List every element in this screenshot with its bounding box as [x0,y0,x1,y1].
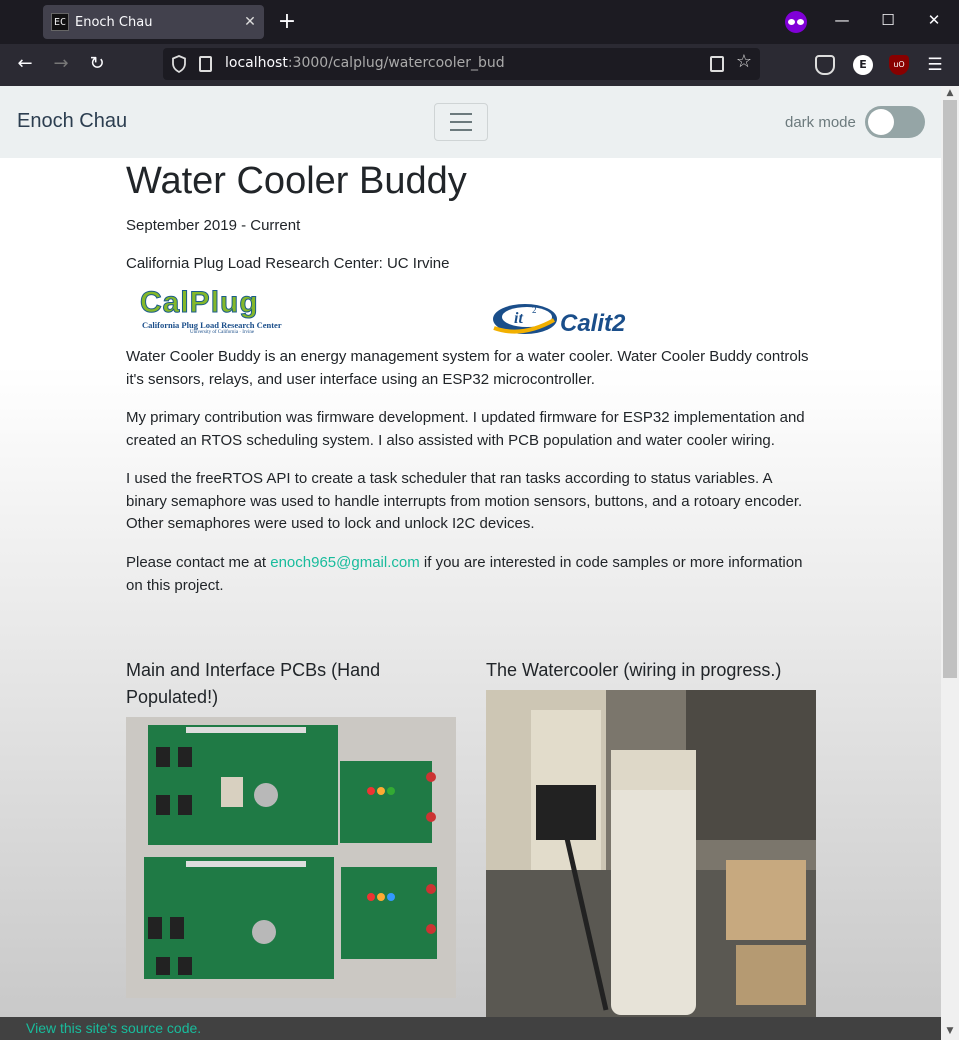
source-code-link[interactable]: View this site's source code. [26,1020,201,1036]
page-title: Water Cooler Buddy [126,160,467,202]
watercooler-photo [486,690,816,1020]
extension-e-icon[interactable]: E [853,55,873,75]
browser-tab[interactable]: EC Enoch Chau ✕ [43,5,264,39]
figure-caption-pcbs: Main and Interface PCBs (Hand Populated!… [126,660,381,707]
url-bar[interactable]: localhost:3000/calplug/watercooler_bud ☆ [163,48,760,80]
rtos-paragraph: I used the freeRTOS API to create a task… [126,470,803,532]
shield-icon[interactable] [171,55,187,73]
project-organization: California Plug Load Research Center: UC… [126,255,450,272]
navbar-toggler-button[interactable] [434,103,488,141]
dark-mode-toggle[interactable] [865,106,925,138]
hamburger-menu-icon[interactable]: ☰ [925,55,945,75]
contact-paragraph: Please contact me at enoch965@gmail.com … [126,554,803,594]
pcb-photo [126,717,456,998]
ublock-origin-icon[interactable]: uO [889,55,909,75]
browser-tab-strip: EC Enoch Chau ✕ + — ☐ ✕ [0,0,959,44]
tab-title: Enoch Chau [75,14,153,30]
site-brand-link[interactable]: Enoch Chau [17,110,127,133]
site-footer: View this site's source code. [0,1017,941,1040]
calit2-swoosh-icon: it 2 [493,304,557,334]
calit2-logo: it 2 Calit2 [492,298,642,340]
new-tab-icon[interactable]: + [276,9,298,35]
reload-icon[interactable]: ↻ [86,53,108,75]
minimize-icon[interactable]: — [831,11,853,29]
page-info-icon[interactable] [199,56,212,72]
hamburger-line-icon [450,129,472,131]
svg-text:2: 2 [532,305,537,315]
arrow-right-icon[interactable]: → [50,53,72,75]
description-paragraph: Water Cooler Buddy is an energy manageme… [126,348,809,388]
site-navbar: Enoch Chau dark mode [0,86,941,158]
scroll-up-icon[interactable]: ▲ [941,86,959,100]
url-text[interactable]: localhost:3000/calplug/watercooler_bud [225,55,505,71]
hamburger-line-icon [450,113,472,115]
tab-favicon-icon: EC [51,13,69,31]
tab-close-icon[interactable]: ✕ [236,14,264,30]
arrow-left-icon[interactable]: ← [14,53,36,75]
private-browsing-icon [785,11,807,33]
page-scrollbar[interactable]: ▲ ▼ [941,86,959,1040]
calplug-logo: CalPlug California Plug Load Research Ce… [140,286,282,336]
pocket-icon[interactable] [815,55,835,75]
project-date-range: September 2019 - Current [126,217,301,234]
maximize-icon[interactable]: ☐ [877,11,899,29]
contribution-paragraph: My primary contribution was firmware dev… [126,409,805,449]
page-viewport: Enoch Chau dark mode Water Cooler Buddy … [0,86,959,1040]
figure-caption-watercooler: The Watercooler (wiring in progress.) [486,660,782,680]
star-icon[interactable]: ☆ [736,51,752,72]
scroll-thumb[interactable] [943,100,957,678]
svg-text:it: it [514,310,523,327]
scroll-down-icon[interactable]: ▼ [941,1022,959,1040]
browser-toolbar: ← → ↻ localhost:3000/calplug/watercooler… [0,44,959,86]
hamburger-line-icon [450,121,472,123]
dark-mode-label: dark mode [785,114,856,131]
reader-view-icon[interactable] [710,56,724,72]
contact-email-link[interactable]: enoch965@gmail.com [270,554,419,571]
toggle-knob [868,109,894,135]
window-close-icon[interactable]: ✕ [923,11,945,29]
